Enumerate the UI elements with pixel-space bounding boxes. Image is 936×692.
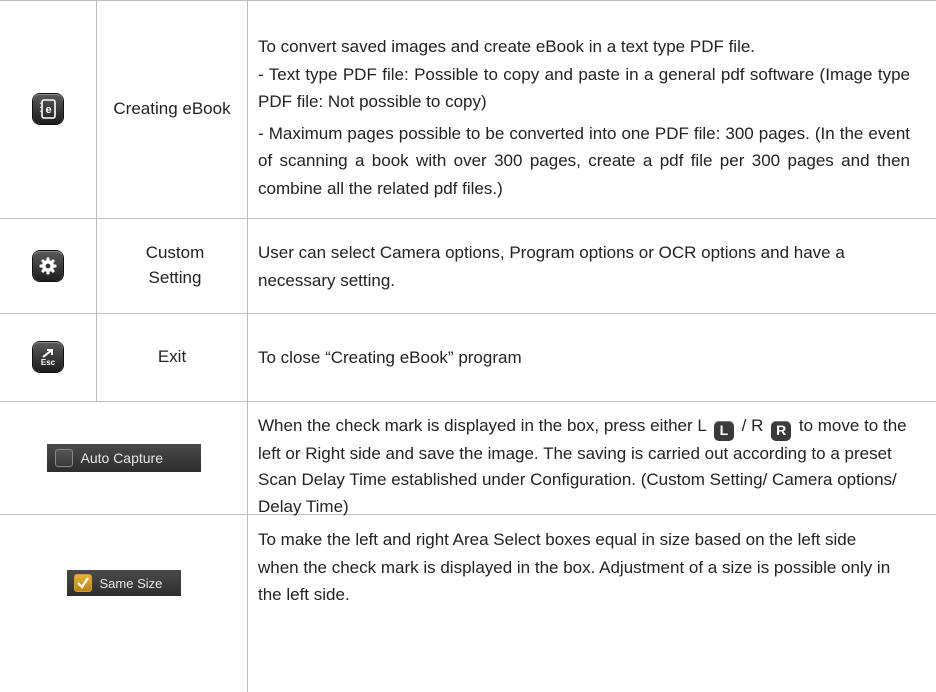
- auto-capture-checkbox-box[interactable]: [54, 448, 73, 467]
- row-samesize-description: To make the left and right Area Select b…: [258, 530, 891, 605]
- autocapture-key-separator: / R: [741, 416, 764, 435]
- auto-capture-checkbox[interactable]: Auto Capture: [46, 443, 201, 472]
- row-autocapture-control-cell: Auto Capture: [0, 401, 247, 514]
- row-autocapture-description: When the check mark is displayed in the …: [258, 413, 910, 520]
- ebook-desc-line-3: - Maximum pages possible to be converted…: [258, 123, 910, 198]
- esc-exit-icon[interactable]: Esc: [33, 342, 63, 372]
- row-setting-icon-cell: [0, 218, 96, 313]
- row-ebook-label: Creating eBook: [113, 98, 231, 118]
- checkmark-icon: [76, 577, 89, 589]
- row-samesize-control-cell: Same Size: [0, 514, 247, 644]
- same-size-checkbox[interactable]: Same Size: [66, 570, 181, 596]
- same-size-checkbox-box[interactable]: [73, 574, 92, 592]
- row-ebook-icon-cell: e: [0, 0, 96, 218]
- autocapture-desc-part1: When the check mark is displayed in the …: [258, 416, 707, 435]
- row-exit-label: Exit: [157, 346, 187, 366]
- row-ebook-description: To convert saved images and create eBook…: [258, 33, 910, 202]
- right-key-icon: R: [771, 420, 792, 441]
- svg-text:e: e: [45, 104, 51, 116]
- same-size-label: Same Size: [99, 575, 163, 591]
- ebook-desc-line-1: To convert saved images and create eBook…: [258, 37, 756, 56]
- feature-table: e Creating eBook To convert saved images…: [0, 0, 936, 692]
- column-divider: [247, 0, 248, 692]
- left-key-icon: L: [713, 420, 734, 441]
- row-exit-icon-cell: Esc: [0, 313, 96, 401]
- ebook-desc-line-2: - Text type PDF file: Possible to copy a…: [258, 64, 910, 112]
- row-setting-label: Custom Setting: [145, 242, 205, 287]
- gear-icon[interactable]: [33, 250, 63, 281]
- column-divider: [96, 0, 97, 401]
- auto-capture-label: Auto Capture: [80, 449, 164, 466]
- row-exit-description: To close “Creating eBook” program: [258, 348, 522, 367]
- row-setting-description: User can select Camera options, Program …: [258, 243, 845, 290]
- ebook-icon[interactable]: e: [33, 94, 63, 124]
